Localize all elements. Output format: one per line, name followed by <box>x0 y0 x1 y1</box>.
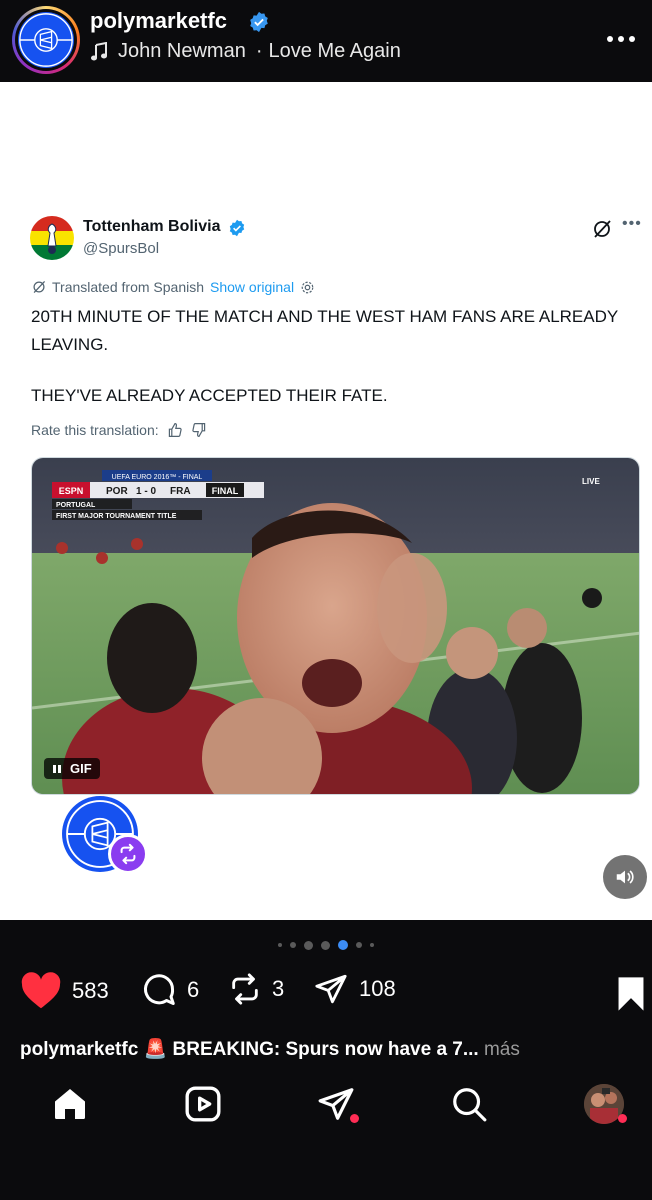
pager-dot <box>370 943 374 947</box>
caption-more-link: más <box>483 1039 520 1060</box>
profile-avatar[interactable] <box>12 6 80 74</box>
nav-messages[interactable] <box>314 1082 359 1126</box>
music-note-icon <box>91 41 107 60</box>
caption-text: BREAKING: Spurs now have a 7... <box>172 1039 479 1060</box>
tweet-text-line2: THEY'VE ALREADY ACCEPTED THEIR FATE. <box>31 386 388 405</box>
nav-reels[interactable] <box>181 1082 225 1126</box>
like-button[interactable]: 583 <box>20 972 109 1010</box>
post-media[interactable]: Tottenham Bolivia @SpursBol ••• Translat… <box>0 82 652 920</box>
comment-button[interactable]: 6 <box>141 972 199 1008</box>
thumbs-down-icon <box>191 423 205 438</box>
song-separator: · <box>255 40 263 62</box>
tweet-author-avatar <box>30 216 74 260</box>
send-icon <box>315 974 347 1004</box>
comment-icon <box>144 974 175 1005</box>
heart-filled-icon <box>21 972 61 1009</box>
scorebug-line1: PORTUGAL <box>56 502 96 509</box>
search-icon <box>453 1088 487 1122</box>
song-title: Love Me Again <box>268 40 401 62</box>
scorebug-line2: FIRST MAJOR TOURNAMENT TITLE <box>56 513 177 520</box>
scorebug-status: FINAL <box>212 486 239 496</box>
more-options-button[interactable] <box>606 24 636 44</box>
polymarket-logo-icon <box>18 12 74 68</box>
scorebug-score: 1 - 0 <box>136 486 156 497</box>
pager-dot <box>290 942 296 948</box>
caption-username: polymarketfc <box>20 1039 139 1060</box>
repost-button[interactable]: 3 <box>228 972 284 1006</box>
reels-icon <box>185 1086 221 1122</box>
x-verified-icon <box>229 219 245 237</box>
share-count: 108 <box>359 976 396 1001</box>
speaker-icon <box>616 870 634 884</box>
rate-label: Rate this translation: <box>31 422 159 438</box>
nav-profile[interactable] <box>582 1082 627 1126</box>
pause-icon <box>53 764 61 773</box>
like-count: 583 <box>72 978 109 1003</box>
pager-dot <box>278 943 282 947</box>
notification-dot <box>350 1114 359 1123</box>
translated-label: Translated from Spanish <box>52 279 204 295</box>
comment-count: 6 <box>187 977 200 1002</box>
home-icon <box>55 1089 85 1119</box>
pager-dot <box>321 940 330 950</box>
more-dots-icon <box>607 36 635 42</box>
repost-small-icon <box>120 843 136 865</box>
scorebug-team1: POR <box>106 486 128 497</box>
live-label: LIVE <box>582 477 600 486</box>
grok-icon <box>594 220 611 238</box>
thumbs-up-icon <box>168 422 182 437</box>
pager-dot-active <box>338 940 348 950</box>
post-actions: 583 6 3 108 <box>0 972 652 1016</box>
tweet-gif: UEFA EURO 2016™ - FINAL ESPN POR 1 - 0 F… <box>31 457 640 795</box>
nav-search[interactable] <box>447 1082 491 1126</box>
tweet-more-icon: ••• <box>622 215 642 232</box>
account-username[interactable]: polymarketfc <box>90 8 227 34</box>
tweet-author-handle: @SpursBol <box>83 240 160 257</box>
audio-track[interactable]: John Newman · Love Me Again <box>90 40 401 63</box>
repost-badge <box>108 834 148 874</box>
verified-badge-icon <box>250 11 268 33</box>
grok-small-icon <box>33 280 46 294</box>
nav-home[interactable] <box>48 1082 92 1126</box>
repost-count: 3 <box>272 976 285 1001</box>
scorebug-team2: FRA <box>170 486 191 497</box>
rate-translation: Rate this translation: <box>31 422 207 438</box>
scorebug-top: UEFA EURO 2016™ - FINAL <box>112 474 203 481</box>
settings-gear-icon <box>301 281 314 293</box>
pager-dot <box>304 940 313 950</box>
caption-emoji: 🚨 <box>143 1039 168 1060</box>
scorebug-network: ESPN <box>59 486 84 496</box>
song-artist: John Newman <box>118 40 246 62</box>
translation-notice: Translated from Spanish Show original <box>32 279 315 295</box>
bottom-navigation <box>0 1060 652 1200</box>
pager-dot <box>356 942 362 948</box>
tweet-author-name: Tottenham Bolivia <box>83 218 221 235</box>
bookmark-icon[interactable] <box>614 976 648 1012</box>
gif-badge: GIF <box>44 758 100 779</box>
profile-notification-dot <box>618 1114 627 1123</box>
gif-label: GIF <box>70 761 92 776</box>
show-original-link: Show original <box>210 279 295 295</box>
carousel-indicator <box>0 940 652 950</box>
gif-frame-image: UEFA EURO 2016™ - FINAL ESPN POR 1 - 0 F… <box>32 458 639 794</box>
reel-header: polymarketfc John Newman · Love Me Again <box>0 0 652 82</box>
share-button[interactable]: 108 <box>313 972 396 1006</box>
repost-icon <box>232 973 258 1005</box>
tweet-text-line1: 20TH MINUTE OF THE MATCH AND THE WEST HA… <box>31 307 618 354</box>
sound-toggle-button[interactable] <box>603 855 647 899</box>
tweet-text: 20TH MINUTE OF THE MATCH AND THE WEST HA… <box>31 303 621 433</box>
